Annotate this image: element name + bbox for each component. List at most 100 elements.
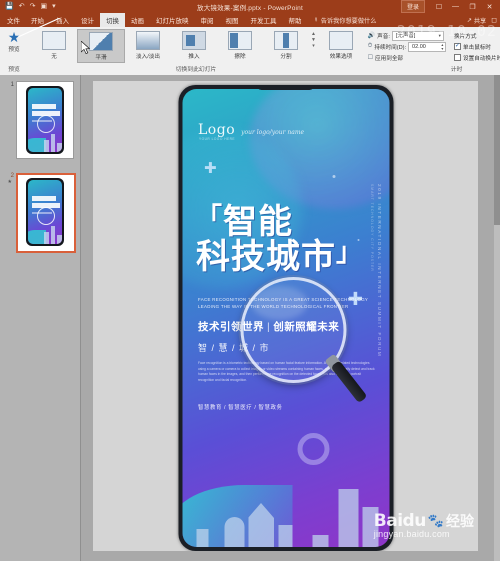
logo-subtitle: your logo/your name — [241, 129, 305, 136]
poster-logo: Logo your logo/your name — [198, 122, 304, 138]
tell-me-box[interactable]: ☿ 告诉我你想要做什么 — [308, 16, 377, 25]
paw-icon: 🐾 — [427, 513, 444, 528]
close-button[interactable]: ✕ — [481, 0, 498, 13]
poster-bottom-line: 智慧教育 / 智慧医疗 / 智慧政务 — [198, 405, 283, 411]
transition-gallery[interactable]: 无 平滑 淡入/淡出 推入 擦除 分割 ▲ ▼ ▾ 效果选项 — [28, 29, 364, 63]
tab-insert[interactable]: 插入 — [50, 13, 75, 27]
advance-slide-label: 换片方式 — [454, 33, 477, 40]
title-bar-right: 登录 ☐ — ❐ ✕ — [400, 0, 498, 13]
tab-transitions[interactable]: 切换 — [100, 13, 125, 27]
poster-vertical-text: 2019 INTERNATIONAL INTERNET SUMMIT FORUM — [377, 184, 382, 358]
transition-none[interactable]: 无 — [31, 29, 77, 61]
slide-number-1: 1 — [10, 82, 14, 88]
duration-row[interactable]: ⏱ 持续时间(D): 02.00 ▲ ▼ — [368, 41, 447, 52]
preview-group-label: 预览 — [8, 67, 20, 73]
decorative-cross-icon-1: ✚ — [204, 160, 217, 177]
building-6 — [362, 507, 378, 547]
tab-design[interactable]: 设计 — [75, 13, 100, 27]
advance-slide-header: 换片方式 — [454, 31, 500, 40]
on-mouse-click-checkbox[interactable] — [454, 42, 462, 50]
transition-morph-label: 平滑 — [95, 55, 107, 61]
current-slide[interactable]: Logo your logo/your name YOUR LOGO HERE … — [93, 81, 478, 551]
watermark-cn: 经验 — [446, 513, 474, 529]
on-mouse-click-row[interactable]: 单击鼠标时 — [454, 42, 500, 51]
minimize-button[interactable]: — — [447, 0, 464, 13]
duration-stepper[interactable]: 02.00 ▲ ▼ — [408, 41, 447, 52]
lightbulb-icon: ☿ — [313, 16, 319, 24]
preview-button[interactable]: ★ 预览 — [0, 29, 28, 53]
title-bar: 💾 ↶ ↷ ▣ ▾ 放大镜效果-案例.pptx - PowerPoint 登录 … — [0, 0, 500, 13]
transition-wipe[interactable]: 擦除 — [217, 29, 263, 61]
tab-home[interactable]: 开始 — [25, 13, 50, 27]
tab-animations[interactable]: 动画 — [125, 13, 150, 27]
transition-push[interactable]: 推入 — [171, 29, 217, 61]
transition-group-label: 切换到此幻灯片 — [175, 67, 217, 73]
building-5 — [338, 489, 358, 547]
tab-help[interactable]: 帮助 — [283, 13, 308, 27]
poster-vertical-text-small: SMART TECHNOLOGY CITY POSTER — [370, 184, 374, 272]
building-4 — [312, 535, 328, 547]
slide-thumbnail-panel[interactable]: 1 2 ★ — [0, 75, 81, 561]
decorative-ring — [297, 433, 329, 465]
effect-options-button[interactable]: 效果选项 — [318, 29, 364, 61]
transition-split[interactable]: 分割 — [263, 29, 309, 61]
effect-options-icon — [329, 31, 353, 50]
share-icon: ↗ — [466, 16, 472, 24]
ribbon-tabs: 文件 开始 插入 设计 切换 动画 幻灯片放映 审阅 视图 开发工具 帮助 ☿ … — [0, 13, 500, 27]
timing-group-label: 计时 — [450, 67, 463, 73]
canvas-scrollbar-thumb[interactable] — [494, 75, 500, 225]
mouse-cursor-icon — [81, 41, 90, 54]
gallery-scroll-buttons[interactable]: ▲ ▼ ▾ — [309, 29, 318, 53]
transition-fade[interactable]: 淡入/淡出 — [125, 29, 171, 61]
duration-label: 持续时间(D): — [374, 44, 407, 51]
effect-options-label: 效果选项 — [329, 54, 353, 60]
ribbon-display-options-icon[interactable]: ☐ — [431, 0, 447, 13]
logo-word: Logo — [198, 122, 236, 138]
apply-to-all-row[interactable]: ☐ 应用到全部 — [368, 53, 446, 62]
headline-bracket-open: 「 — [196, 203, 224, 233]
tab-file[interactable]: 文件 — [0, 13, 25, 27]
comments-icon[interactable]: ◻ — [491, 16, 497, 24]
auto-advance-checkbox[interactable] — [454, 54, 462, 61]
tab-developer[interactable]: 开发工具 — [245, 13, 283, 27]
magnifier-glare — [251, 286, 307, 320]
preview-star-icon: ★ — [7, 29, 21, 45]
city-silhouette — [182, 427, 389, 547]
sound-value: [无声音] — [395, 32, 416, 39]
transition-star-badge-icon[interactable]: ★ — [8, 179, 14, 185]
transition-none-icon — [42, 31, 66, 50]
ribbon-group-preview: ★ 预览 预览 — [0, 27, 28, 75]
restore-button[interactable]: ❐ — [464, 0, 481, 13]
transition-gallery-body: 无 平滑 淡入/淡出 推入 擦除 分割 ▲ ▼ ▾ 效果选项 — [28, 27, 364, 66]
phone-mockup: Logo your logo/your name YOUR LOGO HERE … — [178, 85, 393, 551]
canvas-scrollbar[interactable] — [494, 75, 500, 561]
building-1 — [224, 517, 244, 547]
apply-to-all-label: 应用到全部 — [375, 55, 404, 62]
sound-select[interactable]: [无声音] ▾ — [391, 30, 444, 41]
slide-thumbnail-image-2[interactable] — [16, 173, 76, 253]
transition-wipe-icon — [228, 31, 252, 50]
transition-wipe-label: 擦除 — [234, 54, 246, 60]
building-7 — [196, 529, 208, 547]
transition-fade-icon — [136, 31, 160, 50]
powerpoint-window: 💾 ↶ ↷ ▣ ▾ 放大镜效果-案例.pptx - PowerPoint 登录 … — [0, 0, 500, 561]
slide-thumbnail-image-1[interactable] — [16, 81, 74, 159]
transition-push-label: 推入 — [188, 54, 200, 60]
sign-in-button[interactable]: 登录 — [400, 0, 425, 13]
tab-view[interactable]: 视图 — [220, 13, 245, 27]
apply-all-icon: ☐ — [367, 55, 374, 61]
preview-button-label: 预览 — [8, 47, 20, 53]
tab-review[interactable]: 审阅 — [195, 13, 220, 27]
decorative-dot-1 — [332, 175, 335, 178]
duration-decrement-icon[interactable]: ▼ — [441, 47, 444, 51]
transition-morph-icon — [89, 32, 113, 51]
slide-thumbnail-2[interactable]: 2 ★ — [4, 173, 76, 253]
share-button[interactable]: ↗ 共享 — [467, 16, 487, 25]
tab-slideshow[interactable]: 幻灯片放映 — [150, 13, 195, 27]
gallery-more-icon[interactable]: ▾ — [312, 43, 315, 49]
sound-row[interactable]: 🔊 声音: [无声音] ▾ — [368, 30, 446, 41]
slide-thumbnail-1[interactable]: 1 — [4, 81, 76, 159]
slide-canvas[interactable]: Logo your logo/your name YOUR LOGO HERE … — [81, 75, 500, 561]
auto-advance-row[interactable]: 设置自动换片时间: 00:00.00 ▲ ▼ — [454, 53, 500, 62]
auto-advance-label: 设置自动换片时间: — [463, 55, 500, 62]
